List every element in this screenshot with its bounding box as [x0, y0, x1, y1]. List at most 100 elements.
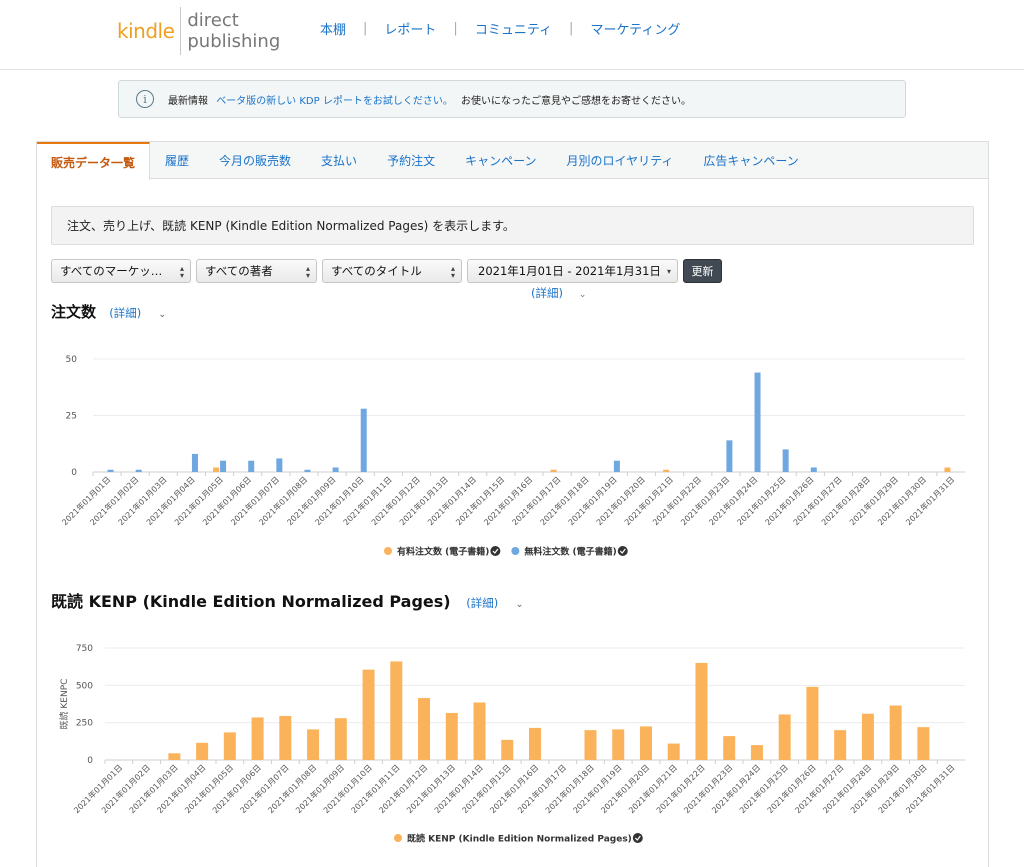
date-range-picker[interactable]: 2021年1月01日 - 2021年1月31日 ▾ [467, 259, 678, 283]
marketplace-select[interactable]: すべてのマーケッ… ▴ ▾ [51, 259, 191, 283]
legend-marker [384, 547, 392, 555]
bar[interactable] [529, 727, 541, 760]
bar[interactable] [191, 453, 198, 472]
checkmark-icon[interactable] [632, 833, 643, 843]
bar[interactable] [754, 372, 761, 472]
bar[interactable] [584, 730, 597, 760]
bar[interactable] [726, 440, 733, 472]
tab-month-to-date[interactable]: 今月の販売数 [204, 142, 306, 179]
filter-detail-link[interactable]: (詳細) [531, 286, 563, 300]
bar[interactable] [612, 729, 625, 760]
x-tick-label: 2021年01月24日 [710, 762, 763, 815]
bar[interactable] [806, 686, 819, 760]
checkmark-icon[interactable] [617, 546, 628, 556]
x-tick-label: 2021年01月13日 [404, 762, 457, 815]
bar[interactable] [279, 715, 292, 760]
bar[interactable] [550, 469, 557, 472]
orders-detail-link[interactable]: (詳細) [109, 306, 141, 320]
bar[interactable] [778, 714, 791, 760]
x-tick-label: 2021年01月30日 [875, 474, 928, 527]
x-tick-label: 2021年01月08日 [266, 762, 319, 815]
update-button[interactable]: 更新 [683, 259, 722, 283]
bar[interactable] [251, 717, 264, 760]
report-description: 注文、売り上げ、既読 KENP (Kindle Edition Normaliz… [51, 206, 974, 245]
tab-monthly-royalties[interactable]: 月別のロイヤリティ [551, 142, 688, 179]
bar[interactable] [750, 745, 763, 760]
bar[interactable] [501, 739, 514, 760]
bar[interactable] [663, 469, 670, 472]
bar[interactable] [168, 753, 181, 760]
bar[interactable] [107, 469, 114, 472]
y-tick-label: 750 [76, 644, 93, 654]
x-tick-label: 2021年01月09日 [285, 474, 338, 527]
bar[interactable] [834, 730, 847, 760]
nav-bookshelf[interactable]: 本棚 [320, 19, 346, 38]
x-tick-label: 2021年01月05日 [172, 474, 225, 527]
marketplace-select-value: すべてのマーケッ… [60, 264, 163, 278]
kenp-detail-link[interactable]: (詳細) [466, 596, 498, 610]
bar[interactable] [917, 727, 930, 760]
nav-separator: | [363, 21, 368, 36]
orders-heading: 注文数 (詳細) ⌄ [51, 301, 166, 322]
tab-promotions[interactable]: キャンペーン [450, 142, 551, 179]
bar[interactable] [304, 469, 311, 472]
nav-community[interactable]: コミュニティ [475, 19, 552, 38]
bar[interactable] [782, 449, 789, 472]
bar[interactable] [307, 729, 320, 760]
logo-line-publishing: publishing [187, 31, 281, 52]
x-tick-label: 2021年01月18日 [543, 762, 596, 815]
bar[interactable] [639, 726, 652, 760]
bar[interactable] [613, 460, 620, 472]
orders-chart: 025502021年01月01日2021年01月02日2021年01月03日20… [60, 355, 965, 558]
x-tick-label: 2021年01月10日 [321, 762, 374, 815]
nav-marketing[interactable]: マーケティング [590, 19, 680, 38]
bar[interactable] [362, 669, 375, 760]
bar[interactable] [810, 467, 817, 472]
filter-detail-toggle[interactable]: (詳細) ⌄ [531, 285, 586, 301]
bar[interactable] [332, 467, 339, 472]
logo-direct-publishing: direct publishing [187, 10, 280, 52]
bar[interactable] [223, 732, 236, 760]
x-tick-label: 2021年01月31日 [904, 762, 957, 815]
bar[interactable] [695, 662, 708, 760]
bar[interactable] [390, 661, 403, 760]
bar[interactable] [445, 712, 458, 760]
author-select[interactable]: すべての著者 ▴ ▾ [196, 259, 317, 283]
chevron-down-icon: ⌄ [158, 310, 167, 320]
bar[interactable] [220, 460, 227, 472]
bar[interactable] [248, 460, 255, 472]
banner-beta-link[interactable]: ベータ版の新しい KDP レポートをお試しください。 [216, 96, 453, 107]
tab-ad-campaigns[interactable]: 広告キャンペーン [688, 142, 813, 179]
kenp-heading-text: 既読 KENP (Kindle Edition Normalized Pages… [51, 592, 451, 611]
bar[interactable] [418, 698, 431, 760]
bar[interactable] [360, 408, 367, 472]
tab-pre-orders[interactable]: 予約注文 [372, 142, 450, 179]
bar[interactable] [213, 467, 220, 472]
tab-payments[interactable]: 支払い [306, 142, 372, 179]
x-tick-label: 2021年01月16日 [482, 474, 535, 527]
banner-suffix: お使いになったご意見やご感想をお寄せください。 [461, 95, 692, 107]
x-tick-label: 2021年01月19日 [566, 474, 619, 527]
tab-history[interactable]: 履歴 [150, 142, 204, 179]
bar[interactable] [889, 705, 902, 760]
bar[interactable] [334, 718, 347, 760]
top-header: kindle direct publishing 本棚 | レポート | コミュ… [0, 0, 1024, 70]
title-select[interactable]: すべてのタイトル ▴ ▾ [322, 259, 462, 283]
bar[interactable] [196, 742, 209, 760]
x-tick-label: 2021年01月16日 [488, 762, 541, 815]
x-tick-label: 2021年01月12日 [369, 474, 422, 527]
select-arrows-icon: ▴ ▾ [305, 264, 310, 280]
legend-marker [394, 834, 402, 842]
bar[interactable] [473, 702, 486, 760]
bar[interactable] [944, 467, 951, 472]
bar[interactable] [276, 458, 283, 472]
kdp-logo[interactable]: kindle direct publishing [117, 6, 280, 56]
bar[interactable] [667, 743, 680, 760]
bar[interactable] [723, 736, 736, 760]
checkmark-icon[interactable] [490, 546, 501, 556]
nav-reports[interactable]: レポート [384, 19, 436, 38]
tab-sales-dashboard[interactable]: 販売データ一覧 [37, 142, 151, 180]
bar[interactable] [135, 469, 142, 472]
x-tick-label: 2021年01月21日 [622, 474, 675, 527]
bar[interactable] [861, 713, 874, 760]
